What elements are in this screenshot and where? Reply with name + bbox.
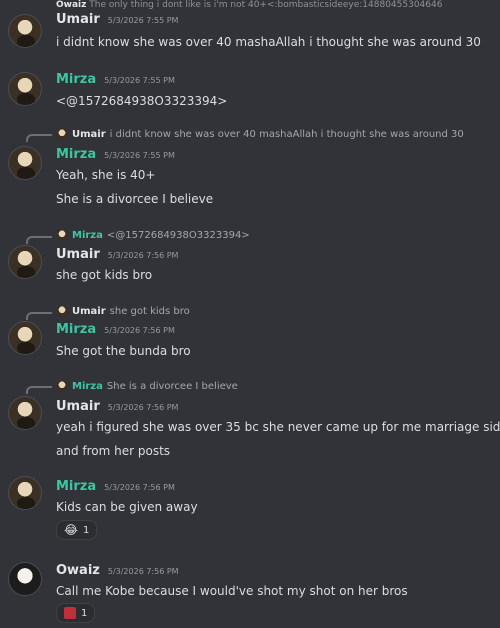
message-text: <@1572684938O3323394> [56,94,228,108]
reaction-count: 1 [81,607,88,619]
reply-text: She is a divorcee I believe [106,380,238,392]
avatar[interactable] [8,14,42,48]
reply-avatar [56,380,68,392]
timestamp: 5/3/2026 7:56 PM [107,251,179,260]
reply-author: Owaiz [56,0,87,10]
author-name[interactable]: Owaiz [56,563,100,578]
message-text: Call me Kobe because I would've shot my … [56,584,408,598]
avatar[interactable] [8,562,42,596]
timestamp: 5/3/2026 7:56 PM [107,403,179,412]
avatar[interactable] [8,72,42,106]
avatar[interactable] [8,146,42,180]
timestamp: 5/3/2026 7:56 PM [107,567,179,576]
reply-avatar [56,229,68,241]
timestamp: 5/3/2026 7:55 PM [104,151,175,160]
message-text: Kids can be given away [56,500,198,514]
reply-preview[interactable]: Mirza <@1572684938O3323394> [56,229,250,241]
message-text: she got kids bro [56,268,153,282]
message-text: and from her posts [56,444,171,458]
reply-author: Mirza [72,229,103,241]
chat-log: Owaiz The only thing i dont like is i'm … [0,0,500,628]
avatar[interactable] [8,476,42,510]
author-name[interactable]: Mirza [56,147,96,162]
reply-avatar [56,128,68,140]
reply-preview-top[interactable]: Owaiz The only thing i dont like is i'm … [56,0,442,10]
timestamp: 5/3/2026 7:55 PM [107,16,179,25]
timestamp: 5/3/2026 7:56 PM [104,483,175,492]
author-name[interactable]: Umair [56,12,100,27]
timestamp: 5/3/2026 7:55 PM [104,76,175,85]
reaction-button[interactable]: 😂 1 [56,520,98,540]
laughing-emoji-icon: 😂 [64,523,79,537]
reply-text: The only thing i dont like is i'm not 40… [89,0,443,10]
reply-avatar [56,305,68,317]
reply-text: she got kids bro [109,305,190,317]
message-text: i didnt know she was over 40 mashaAllah … [56,35,481,49]
author-name[interactable]: Mirza [56,479,96,494]
author-name[interactable]: Umair [56,399,100,414]
reply-author: Umair [72,305,106,317]
reply-preview[interactable]: Umair i didnt know she was over 40 masha… [56,128,464,140]
reply-preview[interactable]: Mirza She is a divorcee I believe [56,380,238,392]
blocked-emoji-icon [64,607,76,619]
reaction-button[interactable]: 1 [56,603,96,623]
message-text: She is a divorcee I believe [56,192,214,206]
author-name[interactable]: Mirza [56,72,96,87]
message-text: She got the bunda bro [56,344,191,358]
reaction-count: 1 [83,524,90,536]
avatar[interactable] [8,245,42,279]
author-name[interactable]: Umair [56,247,100,262]
reply-text: i didnt know she was over 40 mashaAllah … [109,128,464,140]
author-name[interactable]: Mirza [56,322,96,337]
message-text: yeah i figured she was over 35 bc she ne… [56,420,500,434]
reply-author: Mirza [72,380,103,392]
timestamp: 5/3/2026 7:56 PM [104,326,175,335]
reply-author: Umair [72,128,106,140]
avatar[interactable] [8,321,42,355]
message-text: Yeah, she is 40+ [56,168,156,182]
avatar[interactable] [8,396,42,430]
reply-preview[interactable]: Umair she got kids bro [56,305,190,317]
reply-text: <@1572684938O3323394> [106,229,250,241]
